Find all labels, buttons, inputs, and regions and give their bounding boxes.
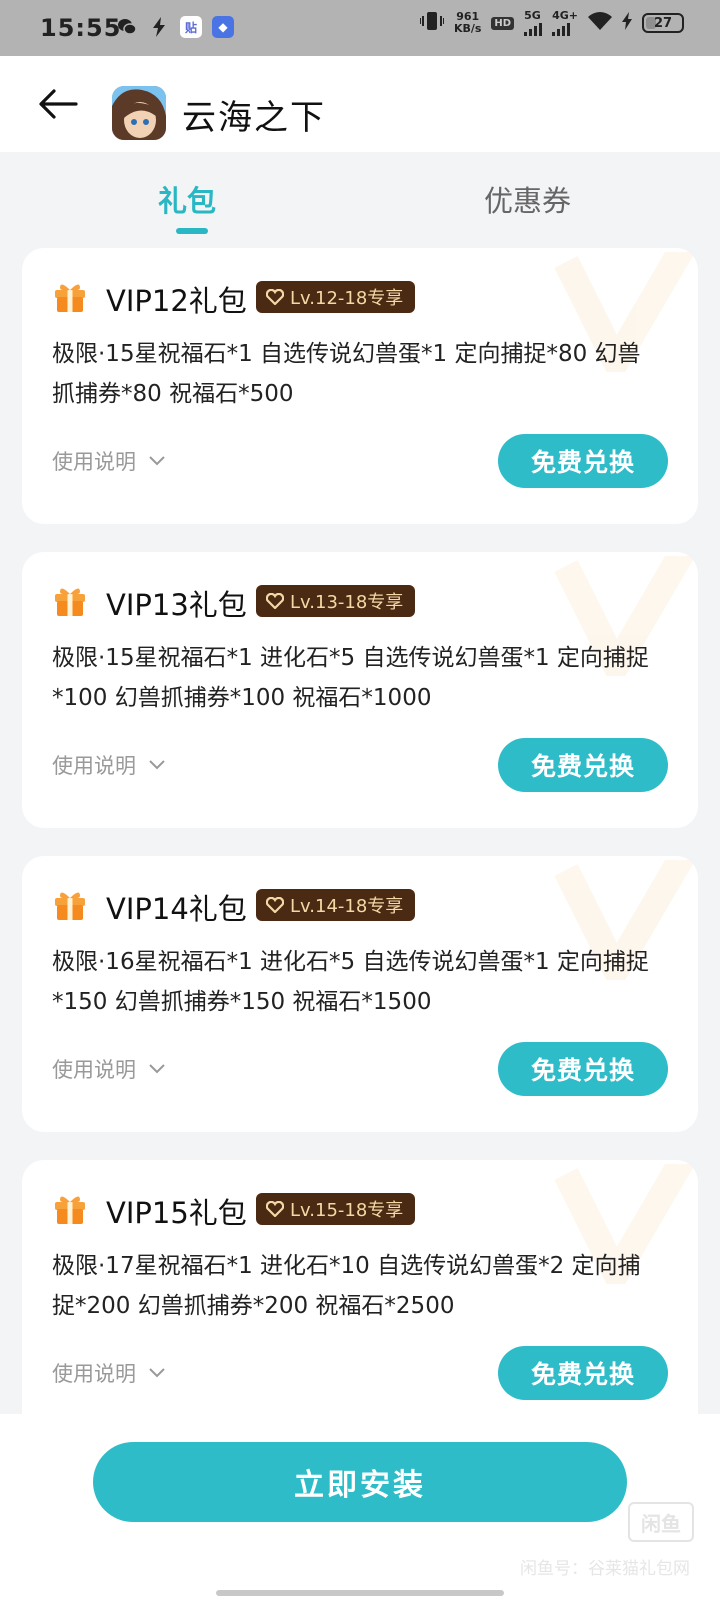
- heart-icon: [266, 897, 284, 913]
- heart-icon: [266, 289, 284, 305]
- heart-icon: [266, 1201, 284, 1217]
- gift-card: VIP14礼包 Lv.14-18专享 极限·16星祝福石*1 进化石*5 自选传…: [22, 856, 698, 1132]
- level-badge: Lv.12-18专享: [256, 281, 416, 313]
- chevron-down-icon: [149, 456, 165, 466]
- back-arrow-icon: [39, 89, 78, 119]
- gift-icon: [55, 892, 85, 920]
- gift-title: VIP13礼包: [106, 588, 247, 622]
- wechat-icon: [116, 16, 138, 38]
- chevron-down-icon: [149, 1064, 165, 1074]
- active-tab-indicator: [176, 228, 208, 234]
- game-icon: [112, 86, 166, 140]
- gift-icon: [55, 588, 85, 616]
- net-speed: 961 KB/s: [454, 11, 481, 35]
- app-badge-icon: ◆: [212, 16, 234, 38]
- page-title: 云海之下: [182, 98, 326, 138]
- signal-icon: [552, 22, 571, 36]
- chevron-down-icon: [149, 760, 165, 770]
- app-badge-icon: 贴: [180, 16, 202, 38]
- gift-contents: 极限·15星祝福石*1 自选传说幻兽蛋*1 定向捕捉*80 幻兽抓捕券*80 祝…: [52, 341, 641, 407]
- notification-icons: 贴 ◆: [116, 16, 234, 38]
- tab-bar: 礼包 优惠券: [0, 152, 720, 248]
- gift-title: VIP14礼包: [106, 892, 247, 926]
- usage-label: 使用说明: [52, 1362, 136, 1386]
- signal-icon: [524, 22, 543, 36]
- usage-instructions-toggle[interactable]: 使用说明: [52, 1054, 166, 1084]
- lightning-icon: [148, 16, 170, 38]
- level-text: Lv.12-18专享: [290, 288, 404, 309]
- home-indicator[interactable]: [216, 1590, 504, 1596]
- sim2-label: 4G+: [552, 9, 578, 22]
- gift-title: VIP15礼包: [106, 1196, 247, 1230]
- wifi-icon: [588, 12, 612, 34]
- page-header: 云海之下: [0, 56, 720, 152]
- status-bar: 15:55 贴 ◆ 961 KB/s HD 5G 4G+ 27: [0, 0, 720, 56]
- usage-instructions-toggle[interactable]: 使用说明: [52, 1358, 166, 1388]
- gift-card: VIP13礼包 Lv.13-18专享 极限·15星祝福石*1 进化石*5 自选传…: [22, 552, 698, 828]
- battery-level: 27: [653, 15, 673, 31]
- vibrate-icon: [418, 10, 445, 36]
- level-badge: Lv.15-18专享: [256, 1193, 416, 1225]
- free-redeem-button[interactable]: 免费兑换: [498, 738, 668, 792]
- usage-label: 使用说明: [52, 450, 136, 474]
- gift-contents: 极限·16星祝福石*1 进化石*5 自选传说幻兽蛋*1 定向捕捉*150 幻兽抓…: [52, 949, 649, 1015]
- charging-icon: [622, 12, 632, 34]
- chevron-down-icon: [149, 1368, 165, 1378]
- gift-contents: 极限·15星祝福石*1 进化石*5 自选传说幻兽蛋*1 定向捕捉*100 幻兽抓…: [52, 645, 649, 711]
- status-time: 15:55: [40, 14, 122, 42]
- usage-instructions-toggle[interactable]: 使用说明: [52, 750, 166, 780]
- level-badge: Lv.14-18专享: [256, 889, 416, 921]
- gift-icon: [55, 1196, 85, 1224]
- bottom-action-bar: 立即安装 闲鱼 闲鱼号：谷莱猫礼包网: [0, 1414, 720, 1600]
- watermark-logo: 闲鱼: [628, 1502, 694, 1542]
- free-redeem-button[interactable]: 免费兑换: [498, 434, 668, 488]
- sim1-signal: 5G: [524, 9, 543, 36]
- back-button[interactable]: [36, 80, 84, 128]
- battery-icon: 27: [642, 13, 684, 33]
- usage-label: 使用说明: [52, 1058, 136, 1082]
- heart-icon: [266, 593, 284, 609]
- free-redeem-button[interactable]: 免费兑换: [498, 1042, 668, 1096]
- hd-icon: HD: [491, 16, 515, 30]
- gift-card: VIP15礼包 Lv.15-18专享 极限·17星祝福石*1 进化石*10 自选…: [22, 1160, 698, 1436]
- level-badge: Lv.13-18专享: [256, 585, 416, 617]
- level-text: Lv.15-18专享: [290, 1200, 404, 1221]
- gift-icon: [55, 284, 85, 312]
- tab-gift-packs[interactable]: 礼包: [158, 178, 216, 220]
- gift-card: VIP12礼包 Lv.12-18专享 极限·15星祝福石*1 自选传说幻兽蛋*1…: [22, 248, 698, 524]
- install-now-button[interactable]: 立即安装: [93, 1442, 627, 1522]
- gift-contents: 极限·17星祝福石*1 进化石*10 自选传说幻兽蛋*2 定向捕捉*200 幻兽…: [52, 1253, 641, 1319]
- gift-title: VIP12礼包: [106, 284, 247, 318]
- net-speed-unit: KB/s: [453, 22, 482, 35]
- free-redeem-button[interactable]: 免费兑换: [498, 1346, 668, 1400]
- level-text: Lv.14-18专享: [290, 896, 404, 917]
- watermark-text: 闲鱼号：谷莱猫礼包网: [520, 1559, 690, 1579]
- usage-label: 使用说明: [52, 754, 136, 778]
- sim1-label: 5G: [524, 9, 541, 22]
- tab-coupons[interactable]: 优惠券: [484, 178, 571, 220]
- sim2-signal: 4G+: [552, 10, 578, 36]
- system-icons: 961 KB/s HD 5G 4G+ 27: [418, 9, 684, 36]
- level-text: Lv.13-18专享: [290, 592, 404, 613]
- usage-instructions-toggle[interactable]: 使用说明: [52, 446, 166, 476]
